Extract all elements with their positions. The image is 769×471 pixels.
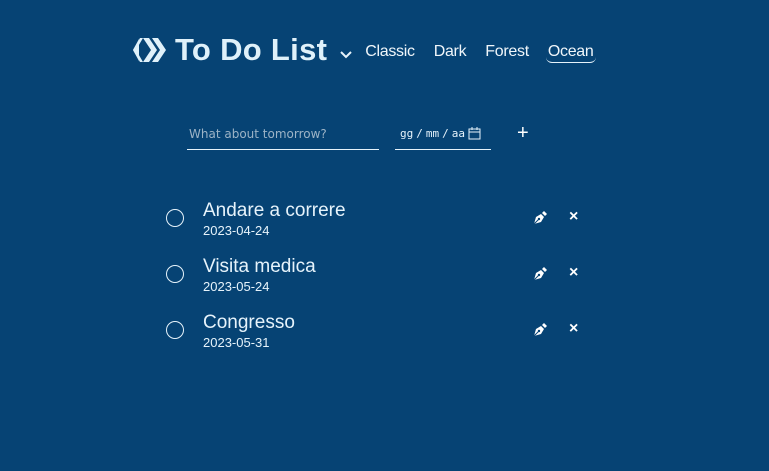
edit-pen-icon[interactable] [532, 322, 548, 338]
todo-date: 2023-05-31 [203, 335, 270, 350]
calendar-icon[interactable] [468, 127, 481, 140]
date-year: aa [451, 127, 465, 140]
date-day: gg [400, 127, 414, 140]
todo-item: Congresso 2023-05-31 × [166, 312, 586, 368]
theme-switcher: Classic Dark Forest Ocean [363, 43, 610, 63]
todo-date: 2023-05-24 [203, 279, 270, 294]
complete-checkbox[interactable] [166, 321, 184, 339]
todo-name: Congresso [203, 312, 295, 333]
todo-date: 2023-04-24 [203, 223, 270, 238]
theme-dark[interactable]: Dark [432, 43, 469, 63]
add-button[interactable]: + [517, 118, 529, 150]
complete-checkbox[interactable] [166, 265, 184, 283]
date-month: mm [425, 127, 440, 140]
theme-ocean[interactable]: Ocean [545, 43, 596, 63]
todo-list: Andare a correre 2023-04-24 × Visita med… [166, 200, 586, 368]
add-todo-form: gg/ mm/ aa + [187, 118, 529, 150]
delete-button[interactable]: × [569, 320, 578, 338]
delete-button[interactable]: × [569, 208, 578, 226]
edit-pen-icon[interactable] [532, 210, 548, 226]
todo-input[interactable] [187, 118, 379, 150]
edit-pen-icon[interactable] [532, 266, 548, 282]
theme-classic[interactable]: Classic [363, 43, 416, 63]
logo-icon [133, 38, 166, 62]
date-input[interactable]: gg / mm / aa [395, 118, 491, 150]
delete-button[interactable]: × [569, 264, 578, 282]
header: To Do List Classic Dark Forest Ocean [133, 32, 611, 68]
chevron-down-icon[interactable] [339, 49, 353, 59]
complete-checkbox[interactable] [166, 209, 184, 227]
todo-name: Visita medica [203, 256, 316, 277]
todo-item: Visita medica 2023-05-24 × [166, 256, 586, 312]
app-title: To Do List [175, 32, 328, 67]
todo-name: Andare a correre [203, 200, 346, 221]
todo-item: Andare a correre 2023-04-24 × [166, 200, 586, 256]
theme-forest[interactable]: Forest [483, 43, 531, 63]
